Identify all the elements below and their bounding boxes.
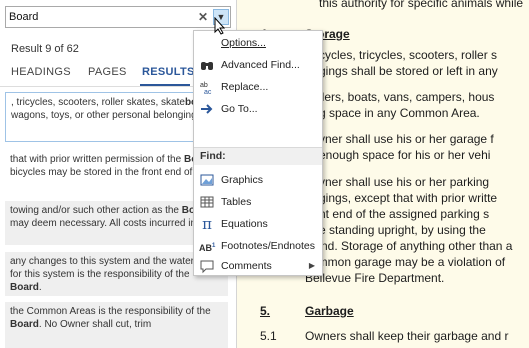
menu-item-replace[interactable]: ab ac Replace... [194, 77, 322, 98]
menu-item-advanced-find[interactable]: Advanced Find... [194, 55, 322, 76]
menu-item-label: Equations [221, 218, 268, 230]
result-text: may deem necessary. All costs incurred i… [10, 218, 213, 229]
result-text: towing and/or such other action as the [10, 205, 182, 216]
pi-icon: π [202, 215, 212, 233]
section-5-title: Garbage [305, 304, 354, 318]
menu-separator [194, 147, 322, 148]
menu-item-label: Tables [221, 196, 252, 208]
doc-line: vner shall use his or her parking [319, 175, 490, 189]
subsection-5-1-number: 5.1 [260, 329, 277, 343]
goto-arrow-icon [199, 101, 215, 117]
menu-item-label: Go To... [221, 103, 258, 115]
result-count: Result 9 of 62 [11, 43, 79, 55]
result-text: the Common Areas is the responsibility o… [10, 306, 211, 317]
clear-search-button[interactable]: ✕ [196, 10, 210, 24]
result-text: that with prior written permission of th… [10, 154, 184, 165]
result-text: , tricycles, scooters, roller skates, sk… [11, 97, 185, 108]
result-text: . [38, 282, 42, 293]
doc-line: ilers, boats, vans, campers, hous [319, 90, 495, 104]
doc-line: cycles, tricycles, scooters, roller s [319, 48, 498, 62]
doc-line: g space in any Common Area. [319, 106, 480, 120]
result-match: Board [10, 319, 39, 330]
menu-item-comments[interactable]: Comments ▶ [194, 256, 322, 277]
search-box: ✕ ▼ [5, 6, 231, 28]
svg-text:ac: ac [204, 89, 212, 95]
tab-pages[interactable]: PAGES [88, 66, 127, 78]
doc-top-line: this authority for specific animals whil… [319, 0, 524, 10]
menu-item-footnotes[interactable]: AB1 Footnotes/Endnotes [194, 236, 322, 257]
menu-item-label: Options... [221, 37, 266, 49]
doc-line: Bellevue Fire Department. [305, 271, 445, 285]
doc-line: e standing upright, by using the [319, 223, 486, 237]
doc-line: enough space for his or her vehi [319, 148, 491, 162]
menu-item-equations[interactable]: π Equations [194, 214, 322, 235]
search-input[interactable] [9, 9, 179, 25]
binoculars-icon [199, 57, 215, 73]
search-options-menu: Options... Advanced Find... ab ac Replace… [193, 30, 323, 276]
search-result-item[interactable]: the Common Areas is the responsibility o… [5, 302, 228, 348]
footnote-icon: AB1 [199, 243, 216, 253]
tab-headings[interactable]: HEADINGS [11, 66, 71, 78]
subsection-5-1-text: Owners shall keep their garbage and r [305, 329, 509, 343]
result-text: any changes to this system and the water… [10, 256, 209, 280]
graphics-icon [199, 172, 215, 188]
doc-line: common garage may be a violation of [305, 255, 506, 269]
replace-icon: ab ac [199, 79, 215, 96]
submenu-arrow-icon: ▶ [308, 261, 315, 270]
doc-line: stand. Storage of anything other than a [305, 239, 513, 253]
doc-line: gings shall be stored or left in any [319, 64, 498, 78]
menu-item-label: Advanced Find... [221, 59, 300, 71]
doc-line: vner shall use his or her garage f [319, 132, 494, 146]
comment-icon [199, 258, 215, 274]
menu-item-graphics[interactable]: Graphics [194, 170, 322, 191]
menu-item-options[interactable]: Options... [194, 33, 322, 54]
menu-item-label: Graphics [221, 174, 264, 186]
doc-line: nt end of the assigned parking s [319, 207, 490, 221]
table-icon [199, 194, 215, 210]
mouse-cursor-icon [214, 16, 226, 35]
section-5-number: 5. [260, 304, 271, 318]
svg-text:ab: ab [200, 82, 208, 89]
tab-results[interactable]: RESULTS [142, 66, 195, 78]
menu-item-label: Comments [221, 260, 272, 272]
result-match: Board [10, 282, 39, 293]
find-section-label: Find: [200, 150, 226, 162]
menu-item-label: Footnotes/Endnotes [221, 240, 315, 252]
menu-item-label: Replace... [221, 81, 269, 93]
result-text: . No Owner shall cut, trim [38, 319, 152, 330]
menu-item-go-to[interactable]: Go To... [194, 99, 322, 120]
menu-item-tables[interactable]: Tables [194, 192, 322, 213]
doc-line: gings, except that with prior writte [319, 191, 498, 205]
